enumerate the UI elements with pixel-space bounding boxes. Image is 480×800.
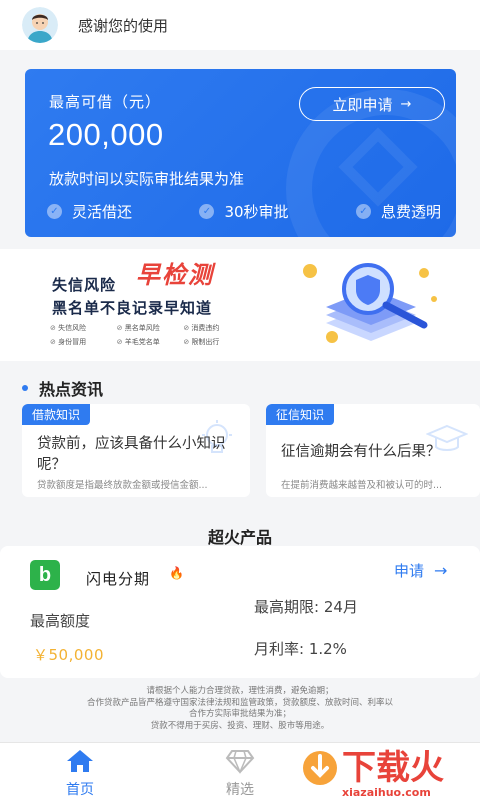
feature-list: ✓ 灵活借还 ✓ 30秒审批 ✓ 息费透明 (47, 201, 441, 222)
hot-news-title: 热点资讯 (22, 376, 103, 400)
feature-item: ✓ 息费透明 (355, 201, 441, 222)
banner-subtitle: 黑名单不良记录早知道 (52, 299, 213, 317)
product-logo-icon: b (30, 560, 60, 590)
product-card[interactable]: b 闪电分期 🔥 申请 → 最高额度 ￥50,000 最高期限: 24月 月利率… (0, 546, 480, 678)
avatar-icon (22, 7, 58, 43)
bottom-tab-bar: 首页 精选 (0, 742, 480, 800)
banner-tag-list: 失信风险 黑名单风险 消费违约 身份冒用 羊毛党名单 限制出行 (50, 323, 250, 347)
news-tag: 征信知识 (266, 404, 335, 425)
banner-tag: 黑名单风险 (117, 323, 184, 333)
arrow-right-icon: → (400, 96, 412, 112)
banner-tag: 身份冒用 (50, 337, 117, 347)
tab-home[interactable]: 首页 (0, 743, 160, 800)
tab-home-label: 首页 (66, 782, 94, 798)
hot-news-label: 热点资讯 (39, 380, 104, 399)
hot-products-title: 超火产品 (207, 528, 272, 547)
news-title: 征信逾期会有什么后果？ (281, 444, 441, 460)
max-limit-label: 最高额度 (30, 612, 91, 630)
fire-icon: 🔥 (169, 566, 184, 580)
check-icon: ✓ (199, 204, 215, 219)
apply-now-button[interactable]: 立即申请 → (299, 87, 445, 121)
home-icon (67, 750, 93, 772)
disclaimer-line: 贷款不得用于买房、投资、理财、股市等用途。 (150, 720, 330, 731)
avatar[interactable] (22, 7, 58, 43)
news-summary: 在提前消费越来越普及和被认可的时... (281, 480, 443, 491)
max-loan-label: 最高可借（元） (49, 93, 162, 111)
product-apply-label: 申请 (394, 562, 425, 580)
news-tag: 借款知识 (22, 404, 91, 425)
risk-detection-banner[interactable]: 失信风险 早检测 黑名单不良记录早知道 失信风险 黑名单风险 消费违约 身份冒用… (0, 249, 480, 361)
feature-label: 30秒审批 (224, 203, 289, 221)
disclaimer-line: 合作方实际审批结果为准； (188, 709, 291, 719)
banner-highlight: 早检测 (136, 261, 214, 289)
disclaimer-line: 请根据个人能力合理贷款，理性消费，避免逾期； (146, 686, 334, 696)
max-loan-amount: 200,000 (48, 117, 164, 152)
banner-tag: 限制出行 (183, 337, 250, 347)
news-card[interactable]: 借款知识 贷款前，应该具备什么小知识呢？ 贷款额度是指最终放款金额或授信金额..… (22, 404, 250, 497)
check-icon: ✓ (355, 204, 371, 219)
feature-label: 灵活借还 (72, 203, 133, 221)
news-summary: 贷款额度是指最终放款金额或授信金额... (37, 480, 208, 491)
header-title: 感谢您的使用 (78, 16, 169, 35)
product-apply-button[interactable]: 申请 → (394, 560, 447, 581)
tab-featured[interactable]: 精选 (160, 743, 320, 800)
news-title: 贷款前，应该具备什么小知识呢？ (37, 436, 226, 473)
banner-title-left: 失信风险 (52, 276, 117, 294)
magnifier-shield-illustration (303, 263, 437, 343)
check-icon: ✓ (47, 204, 62, 219)
disclaimer-line: 合作贷款产品皆严格遵守国家法律法规和监管政策，贷款额度、放款时间、利率以 (86, 697, 393, 708)
top-header: 感谢您的使用 (0, 0, 480, 50)
max-term: 最高期限: 24月 (254, 598, 358, 616)
loan-hero-card: 最高可借（元） 200,000 放款时间以实际审批结果为准 立即申请 → ✓ 灵… (25, 69, 456, 237)
banner-tag: 羊毛党名单 (117, 337, 184, 347)
news-card[interactable]: 征信知识 征信逾期会有什么后果？ 在提前消费越来越普及和被认可的时... (266, 404, 480, 497)
apply-now-label: 立即申请 (332, 95, 393, 114)
tab-mine[interactable] (320, 743, 480, 800)
diamond-icon (225, 750, 255, 774)
max-limit-value: ￥50,000 (33, 646, 104, 664)
monthly-rate: 月利率: 1.2% (254, 640, 347, 658)
feature-label: 息费透明 (380, 203, 441, 221)
feature-item: ✓ 灵活借还 (47, 201, 132, 222)
product-name: 闪电分期 (86, 570, 151, 588)
section-dot-icon (22, 385, 28, 391)
loan-time-note: 放款时间以实际审批结果为准 (49, 170, 245, 188)
disclaimer: 请根据个人能力合理贷款，理性消费，避免逾期； 合作贷款产品皆严格遵守国家法律法规… (0, 686, 480, 732)
banner-tag: 消费违约 (183, 323, 250, 333)
banner-tag: 失信风险 (50, 323, 117, 333)
tab-featured-label: 精选 (226, 782, 254, 798)
arrow-right-icon: → (434, 561, 448, 580)
feature-item: ✓ 30秒审批 (199, 201, 289, 222)
